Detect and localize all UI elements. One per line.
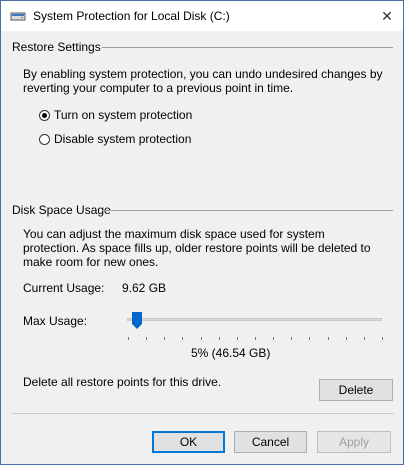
slider-tick: [309, 337, 311, 340]
turn-on-protection-radio[interactable]: Turn on system protection: [39, 108, 192, 122]
slider-tick: [164, 337, 166, 340]
slider-tick: [182, 337, 184, 340]
slider-tick: [345, 337, 347, 340]
system-protection-dialog: System Protection for Local Disk (C:) ✕ …: [0, 0, 404, 465]
slider-tick: [218, 337, 220, 340]
slider-tick: [327, 337, 329, 340]
cancel-button[interactable]: Cancel: [234, 431, 307, 453]
slider-tick: [236, 337, 238, 340]
close-icon: ✕: [381, 7, 393, 24]
footer-divider: [12, 413, 394, 414]
max-usage-value: 5% (46.54 GB): [191, 346, 271, 360]
apply-button[interactable]: Apply: [317, 431, 391, 453]
title-bar: System Protection for Local Disk (C:) ✕: [1, 1, 403, 31]
current-usage-label: Current Usage:: [23, 281, 105, 295]
disk-space-divider: [102, 210, 393, 211]
window-title: System Protection for Local Disk (C:): [33, 9, 230, 23]
slider-tick: [255, 337, 256, 340]
disk-description: You can adjust the maximum disk space us…: [23, 227, 371, 269]
current-usage-value: 9.62 GB: [122, 281, 167, 295]
slider-tick: [146, 337, 148, 340]
disable-protection-radio[interactable]: Disable system protection: [39, 132, 191, 146]
max-usage-label: Max Usage:: [23, 314, 88, 328]
slider-tick: [200, 337, 202, 340]
radio-selected-icon: [39, 109, 50, 121]
drive-icon: [10, 12, 26, 21]
ok-button[interactable]: OK: [152, 431, 225, 453]
slider-tick: [273, 337, 275, 340]
delete-description: Delete all restore points for this drive…: [23, 375, 222, 389]
close-button[interactable]: ✕: [375, 5, 399, 27]
max-usage-slider-track[interactable]: [127, 318, 382, 321]
slider-tick: [128, 337, 129, 340]
delete-button[interactable]: Delete: [319, 379, 393, 401]
disable-protection-label: Disable system protection: [54, 132, 192, 146]
slider-tick: [363, 337, 365, 340]
turn-on-protection-label: Turn on system protection: [54, 108, 193, 122]
slider-tick: [382, 337, 383, 340]
restore-settings-divider: [102, 47, 393, 48]
disk-space-usage-label: Disk Space Usage: [12, 203, 111, 217]
restore-description: By enabling system protection, you can u…: [23, 67, 383, 95]
radio-unselected-icon: [39, 133, 50, 145]
restore-settings-label: Restore Settings: [12, 40, 101, 54]
slider-tick: [291, 337, 293, 340]
max-usage-slider-thumb[interactable]: [132, 312, 142, 329]
